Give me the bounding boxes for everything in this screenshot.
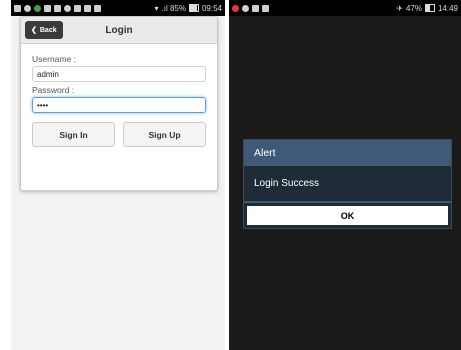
username-field[interactable]: admin bbox=[32, 66, 206, 82]
login-card: ❮ Back Login Username : admin Password :… bbox=[20, 16, 218, 191]
key-icon bbox=[94, 4, 101, 12]
back-button[interactable]: ❮ Back bbox=[25, 21, 63, 39]
username-label: Username : bbox=[32, 54, 76, 64]
status-icons bbox=[14, 4, 101, 12]
app-icon bbox=[44, 4, 51, 12]
sign-in-button[interactable]: Sign In bbox=[32, 122, 115, 147]
login-form: Username : admin Password : •••• Sign In… bbox=[21, 44, 217, 147]
right-phone-screen: ✈ 47% 14:49 Alert Login Success OK bbox=[229, 0, 461, 350]
notification-icon bbox=[232, 4, 239, 12]
bullet-icon bbox=[24, 4, 31, 12]
battery-icon bbox=[424, 4, 435, 12]
app-icon bbox=[54, 4, 61, 12]
alert-title: Alert bbox=[244, 140, 451, 166]
back-arrow-icon bbox=[14, 4, 21, 12]
signal-text: .ıl 85% bbox=[161, 3, 186, 13]
clock: 09:54 bbox=[201, 3, 222, 13]
airplane-icon: ✈ bbox=[396, 3, 403, 13]
message-icon bbox=[252, 4, 259, 12]
sound-icon bbox=[242, 4, 249, 12]
status-icons bbox=[232, 4, 269, 12]
alert-dialog: Alert Login Success OK bbox=[243, 139, 452, 229]
usb-icon bbox=[64, 4, 71, 12]
button-row: Sign In Sign Up bbox=[32, 122, 206, 147]
clock: 14:49 bbox=[437, 3, 458, 13]
password-field[interactable]: •••• bbox=[32, 97, 206, 113]
ok-button[interactable]: OK bbox=[247, 206, 448, 225]
status-bar: ✈ 47% 14:49 bbox=[229, 0, 461, 16]
status-bar: ▾ .ıl 85% 09:54 bbox=[11, 0, 225, 16]
password-label: Password : bbox=[32, 85, 75, 95]
page-title: Login bbox=[105, 24, 133, 36]
alert-message: Login Success bbox=[244, 166, 451, 203]
battery-icon bbox=[188, 4, 199, 12]
sign-up-button[interactable]: Sign Up bbox=[123, 122, 206, 147]
notification-icon bbox=[34, 4, 41, 12]
wifi-icon: ▾ bbox=[154, 3, 159, 13]
left-phone-screen: ▾ .ıl 85% 09:54 ❮ Back Login Username : … bbox=[11, 0, 225, 350]
login-header: ❮ Back Login bbox=[21, 17, 217, 44]
chevron-left-icon: ❮ bbox=[31, 27, 37, 34]
battery-text: 47% bbox=[405, 3, 422, 13]
back-button-label: Back bbox=[39, 26, 57, 34]
message-icon bbox=[84, 4, 91, 12]
message-icon bbox=[262, 4, 269, 12]
app-icon bbox=[74, 4, 81, 12]
